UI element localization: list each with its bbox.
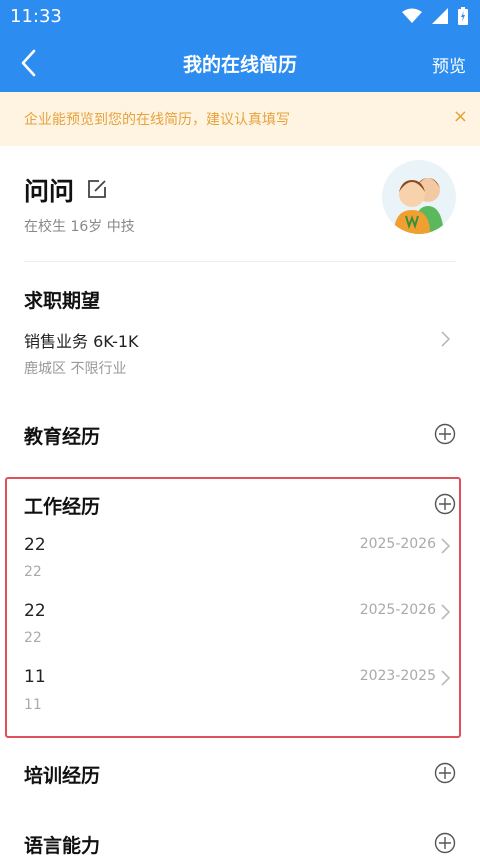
add-work-icon[interactable]	[434, 493, 456, 515]
chevron-right-icon[interactable]	[440, 537, 452, 555]
avatar-icon	[394, 178, 444, 234]
add-training-icon[interactable]	[434, 762, 456, 784]
work-entry-period: 2025-2026	[359, 536, 436, 552]
status-bar: 11:33	[0, 0, 480, 34]
status-time: 11:33	[10, 6, 62, 27]
section-training-title: 培训经历	[24, 765, 101, 787]
signal-icon	[432, 8, 448, 24]
job-intention-details: 鹿城区 不限行业	[24, 361, 127, 377]
profile-meta: 在校生 16岁 中技	[24, 219, 135, 235]
divider	[24, 261, 456, 262]
page-title: 我的在线简历	[182, 54, 297, 76]
close-icon[interactable]: ×	[453, 106, 468, 127]
work-entry-position: 22	[24, 630, 42, 646]
work-entry-company[interactable]: 22	[24, 535, 46, 555]
work-entry-position: 22	[24, 564, 42, 580]
avatar[interactable]	[382, 160, 456, 234]
job-intention-position[interactable]: 销售业务 6K-1K	[24, 328, 139, 352]
edit-icon[interactable]	[86, 178, 108, 200]
work-entry-period: 2025-2026	[359, 602, 436, 618]
chevron-right-icon[interactable]	[440, 603, 452, 621]
profile-name: 问问	[24, 177, 75, 206]
notice-text: 企业能预览到您的在线简历，建议认真填写	[24, 112, 290, 128]
section-language-title: 语言能力	[24, 835, 101, 857]
work-entry-company[interactable]: 11	[24, 667, 46, 687]
add-education-icon[interactable]	[434, 423, 456, 445]
nav-bar: 我的在线简历 预览	[0, 34, 480, 92]
work-entry-period: 2023-2025	[359, 668, 436, 684]
work-entry-company[interactable]: 22	[24, 601, 46, 621]
section-work-title: 工作经历	[24, 496, 101, 518]
battery-icon	[458, 7, 468, 25]
chevron-right-icon[interactable]	[440, 669, 452, 687]
section-job-intention-title: 求职期望	[24, 290, 101, 312]
section-education-title: 教育经历	[24, 426, 101, 448]
preview-button[interactable]: 预览	[432, 52, 466, 77]
chevron-right-icon[interactable]	[440, 330, 452, 348]
wifi-icon	[402, 8, 422, 23]
work-entry-position: 11	[24, 697, 42, 713]
notice-banner: 企业能预览到您的在线简历，建议认真填写 ×	[0, 92, 480, 146]
add-language-icon[interactable]	[434, 832, 456, 854]
status-icons	[402, 7, 468, 25]
